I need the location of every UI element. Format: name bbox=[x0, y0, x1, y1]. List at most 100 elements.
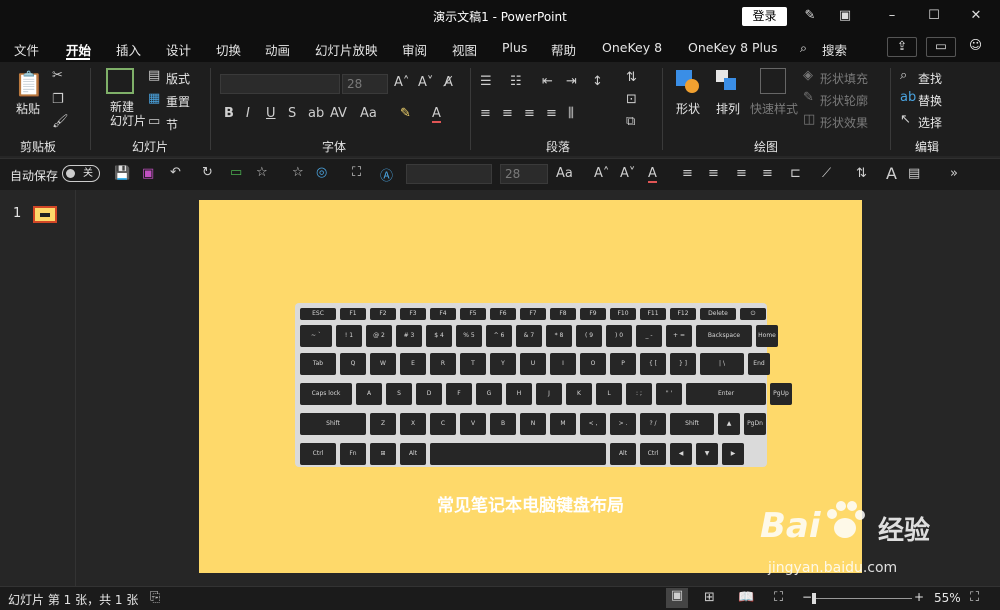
new-slide-button[interactable]: 新建 幻灯片 bbox=[110, 100, 146, 128]
align-left-icon[interactable]: ≡ bbox=[682, 166, 693, 181]
line-spacing-icon[interactable]: ↕ bbox=[592, 74, 603, 89]
tab-design[interactable]: 设计 bbox=[166, 40, 191, 59]
login-button[interactable]: 登录 bbox=[742, 7, 787, 26]
tab-plus[interactable]: Plus bbox=[502, 40, 527, 55]
underline-icon[interactable]: U bbox=[266, 106, 276, 121]
minimize-icon[interactable]: – bbox=[882, 6, 902, 26]
qat-font-name-field[interactable] bbox=[406, 164, 492, 184]
smiley-icon[interactable]: ☺ bbox=[969, 37, 982, 52]
close-icon[interactable]: ✕ bbox=[966, 6, 986, 26]
reading-view-icon[interactable]: 📖 bbox=[738, 590, 754, 605]
select-button[interactable]: 选择 bbox=[918, 114, 942, 131]
highlight-icon[interactable]: ✎ bbox=[400, 106, 411, 121]
font-color-icon[interactable]: A bbox=[432, 106, 441, 123]
columns-icon[interactable]: ⫼ bbox=[568, 106, 574, 121]
normal-view-icon[interactable]: ▣ bbox=[666, 588, 688, 608]
tab-slideshow[interactable]: 幻灯片放映 bbox=[315, 40, 378, 59]
text-direction-icon[interactable]: ⇅ bbox=[626, 70, 637, 85]
tab-insert[interactable]: 插入 bbox=[116, 40, 141, 59]
tab-onekey8[interactable]: OneKey 8 bbox=[602, 40, 662, 55]
shrink-font-icon[interactable]: A˅ bbox=[418, 75, 433, 90]
align-text-icon[interactable]: ⊡ bbox=[626, 92, 637, 107]
reset-button[interactable]: 重置 bbox=[166, 93, 190, 110]
section-button[interactable]: 节 bbox=[166, 116, 178, 133]
quick-styles-icon[interactable] bbox=[760, 68, 786, 94]
italic-icon[interactable]: I bbox=[246, 106, 250, 121]
zoom-level[interactable]: 55% bbox=[934, 591, 961, 605]
font-size-field[interactable]: 28 bbox=[342, 74, 388, 94]
justify-icon[interactable]: ≡ bbox=[546, 106, 557, 121]
ribbon-display-icon[interactable]: ▣ bbox=[835, 6, 855, 26]
pen-icon[interactable]: ✎ bbox=[800, 6, 820, 26]
bold-icon[interactable]: B bbox=[224, 106, 234, 121]
redo-icon[interactable]: ↻ bbox=[202, 165, 213, 180]
format-painter-icon[interactable]: 🖌 bbox=[52, 114, 69, 129]
qat-font-size-field[interactable]: 28 bbox=[500, 164, 548, 184]
bullets-icon[interactable]: ☰ bbox=[480, 74, 492, 89]
shapes-button[interactable]: 形状 bbox=[676, 100, 700, 117]
change-case-icon[interactable]: Aa bbox=[360, 106, 377, 121]
font-name-field[interactable] bbox=[220, 74, 340, 94]
line-icon[interactable]: ⟋ bbox=[822, 166, 831, 181]
change-case-icon[interactable]: Aa bbox=[556, 166, 573, 181]
layout-icon[interactable]: ▤ bbox=[908, 166, 920, 181]
char-spacing-icon[interactable]: AV bbox=[330, 106, 347, 121]
paste-icon[interactable]: 📋 bbox=[14, 70, 44, 98]
tab-transitions[interactable]: 切换 bbox=[216, 40, 241, 59]
shadow-icon[interactable]: ab bbox=[308, 106, 324, 121]
tab-animations[interactable]: 动画 bbox=[265, 40, 290, 59]
arrange-icon[interactable] bbox=[714, 68, 740, 94]
slide-sorter-icon[interactable]: ⊞ bbox=[704, 590, 715, 605]
font-color-icon[interactable]: A bbox=[648, 166, 657, 183]
replace-button[interactable]: 替换 bbox=[918, 92, 942, 109]
textbox-icon[interactable]: Ⓐ bbox=[380, 165, 393, 184]
smartart-icon[interactable]: ⧉ bbox=[626, 114, 635, 129]
shape-icon[interactable]: ◎ bbox=[316, 165, 327, 180]
shape-outline-button[interactable]: 形状轮廓 bbox=[820, 92, 868, 109]
slideshow-icon[interactable]: ▭ bbox=[230, 165, 242, 180]
paragraph-spacing-icon[interactable]: ⇅ bbox=[856, 166, 867, 181]
tab-onekey8plus[interactable]: OneKey 8 Plus bbox=[688, 40, 777, 55]
tab-help[interactable]: 帮助 bbox=[551, 40, 576, 59]
grow-font-icon[interactable]: A˄ bbox=[594, 166, 609, 181]
grow-font-icon[interactable]: A˄ bbox=[394, 75, 409, 90]
notes-icon[interactable]: ⎘ bbox=[150, 590, 160, 605]
shape-fill-button[interactable]: 形状填充 bbox=[820, 70, 868, 87]
tab-review[interactable]: 审阅 bbox=[402, 40, 427, 59]
tab-search[interactable]: 搜索 bbox=[822, 40, 847, 59]
cut-icon[interactable]: ✂ bbox=[52, 68, 63, 83]
align-objects-icon[interactable]: ⊏ bbox=[790, 166, 801, 181]
shape-effects-button[interactable]: 形状效果 bbox=[820, 114, 868, 131]
paste-button[interactable]: 粘贴 bbox=[16, 100, 40, 117]
text-style-icon[interactable]: A bbox=[886, 164, 897, 183]
align-left-icon[interactable]: ≡ bbox=[480, 106, 491, 121]
copy-icon[interactable]: ❐ bbox=[52, 92, 64, 107]
star-outline-icon[interactable]: ☆ bbox=[292, 165, 304, 180]
zoom-slider[interactable] bbox=[816, 598, 912, 599]
star-icon[interactable]: ☆ bbox=[256, 165, 268, 180]
shrink-font-icon[interactable]: A˅ bbox=[620, 166, 635, 181]
zoom-in-button[interactable]: + bbox=[914, 590, 924, 604]
strikethrough-icon[interactable]: S bbox=[288, 106, 296, 121]
quick-styles-button[interactable]: 快速样式 bbox=[750, 100, 798, 117]
tab-file[interactable]: 文件 bbox=[14, 40, 39, 59]
decrease-indent-icon[interactable]: ⇤ bbox=[542, 74, 553, 89]
increase-indent-icon[interactable]: ⇥ bbox=[566, 74, 577, 89]
find-button[interactable]: 查找 bbox=[918, 70, 942, 87]
layout-button[interactable]: 版式 bbox=[166, 70, 190, 87]
tab-view[interactable]: 视图 bbox=[452, 40, 477, 59]
justify-icon[interactable]: ≡ bbox=[762, 166, 773, 181]
align-center-icon[interactable]: ≡ bbox=[708, 166, 719, 181]
slide-thumbnail[interactable] bbox=[33, 206, 57, 223]
align-right-icon[interactable]: ≡ bbox=[524, 106, 535, 121]
shapes-icon[interactable] bbox=[674, 68, 700, 94]
arrange-button[interactable]: 排列 bbox=[716, 100, 740, 117]
align-center-icon[interactable]: ≡ bbox=[502, 106, 513, 121]
clear-format-icon[interactable]: A̸ bbox=[444, 75, 453, 90]
slideshow-view-icon[interactable]: ⛶ bbox=[774, 590, 783, 605]
comment-icon[interactable]: ▭ bbox=[926, 37, 956, 57]
share-icon[interactable]: ⇪ bbox=[887, 37, 917, 57]
undo-icon[interactable]: ↶ bbox=[170, 165, 181, 180]
numbering-icon[interactable]: ☷ bbox=[510, 74, 522, 89]
picture-icon[interactable]: ⛶ bbox=[352, 165, 361, 180]
